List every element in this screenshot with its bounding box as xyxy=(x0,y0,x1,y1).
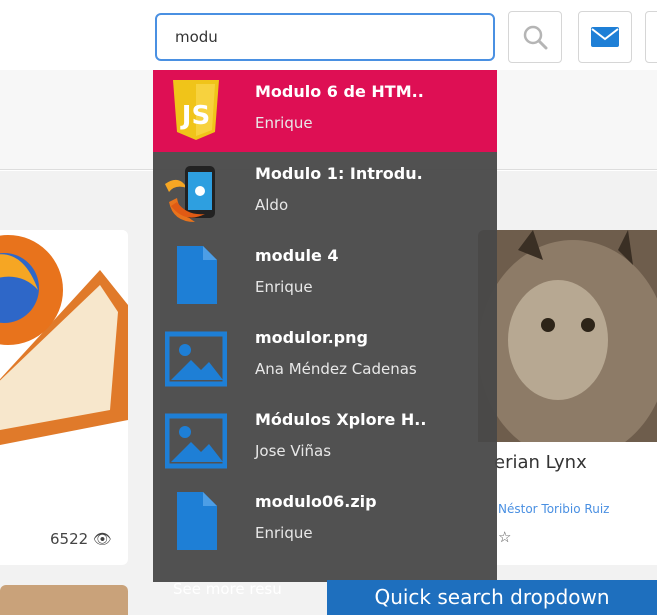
result-title: Modulo 1: Introdu. xyxy=(255,164,423,183)
eye-icon: 👁 xyxy=(92,530,113,548)
result-title: modulor.png xyxy=(255,328,368,347)
caption-label: Quick search dropdown xyxy=(327,580,657,615)
search-result-item[interactable]: JS Modulo 6 de HTM.. Enrique xyxy=(153,70,497,152)
content-card[interactable]: 6522 👁 xyxy=(0,230,128,565)
search-input[interactable]: modu xyxy=(155,13,495,61)
search-result-item[interactable]: modulor.png Ana Méndez Cadenas xyxy=(153,316,497,398)
result-title: module 4 xyxy=(255,246,339,265)
view-count: 6522 👁 xyxy=(50,530,113,548)
search-result-item[interactable]: modulo06.zip Enrique xyxy=(153,480,497,562)
top-header: modu xyxy=(0,0,657,70)
card-author[interactable]: Néstor Toribio Ruiz xyxy=(498,502,609,516)
star-icon[interactable]: ☆ xyxy=(498,528,511,546)
content-card[interactable] xyxy=(0,585,128,615)
search-result-item[interactable]: Módulos Xplore H.. Jose Viñas xyxy=(153,398,497,480)
svg-text:JS: JS xyxy=(180,101,210,131)
image-icon xyxy=(165,331,227,387)
result-title: modulo06.zip xyxy=(255,492,377,511)
card-title[interactable]: erian Lynx xyxy=(494,452,587,473)
result-author: Ana Méndez Cadenas xyxy=(255,360,417,378)
more-button[interactable] xyxy=(645,11,657,63)
firefox-phone-icon xyxy=(165,166,215,222)
see-more-results-link[interactable]: See more resu xyxy=(173,580,282,598)
result-author: Jose Viñas xyxy=(255,442,332,460)
result-author: Aldo xyxy=(255,196,289,214)
image-icon xyxy=(165,413,227,469)
content-card[interactable]: erian Lynx Néstor Toribio Ruiz ☆ xyxy=(478,230,657,565)
result-title: Módulos Xplore H.. xyxy=(255,410,427,429)
search-button[interactable] xyxy=(508,11,562,63)
search-result-item[interactable]: Modulo 1: Introdu. Aldo xyxy=(153,152,497,234)
quick-search-dropdown: JS Modulo 6 de HTM.. Enrique Modulo 1: I… xyxy=(153,70,497,598)
javascript-logo-icon: JS xyxy=(173,80,219,140)
search-icon xyxy=(523,25,548,50)
messages-button[interactable] xyxy=(578,11,632,63)
search-result-item[interactable]: module 4 Enrique xyxy=(153,234,497,316)
document-icon xyxy=(177,492,217,550)
card-thumbnail xyxy=(0,230,128,495)
document-icon xyxy=(177,246,217,304)
result-author: Enrique xyxy=(255,278,313,296)
result-title: Modulo 6 de HTM.. xyxy=(255,82,424,101)
result-author: Enrique xyxy=(255,114,313,132)
envelope-icon xyxy=(591,27,619,47)
result-author: Enrique xyxy=(255,524,313,542)
card-thumbnail xyxy=(478,230,657,442)
